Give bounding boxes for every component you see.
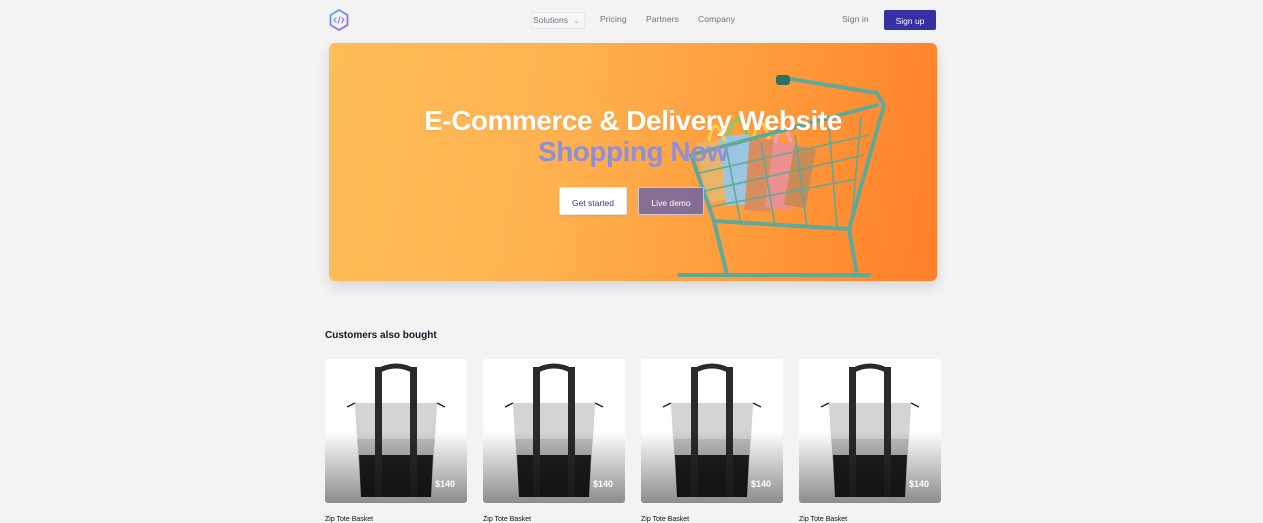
product-card[interactable]: $140	[799, 359, 941, 503]
live-demo-button[interactable]: Live demo	[638, 187, 704, 215]
nav-partners-link[interactable]: Partners	[646, 14, 679, 24]
product-name[interactable]: Zip Tote Basket	[325, 516, 373, 523]
product-card[interactable]: $140	[483, 359, 625, 503]
code-hexagon-icon[interactable]	[329, 9, 349, 31]
image-overlay	[483, 431, 625, 503]
chevron-down-icon: ⌄	[573, 16, 580, 25]
get-started-button[interactable]: Get started	[559, 187, 627, 215]
solutions-label: Solutions	[533, 15, 568, 25]
product-price: $140	[592, 479, 613, 489]
sign-up-button[interactable]: Sign up	[884, 10, 936, 30]
solutions-dropdown[interactable]: Solutions ⌄	[531, 12, 585, 29]
section-heading: Customers also bought	[325, 330, 437, 341]
image-overlay	[641, 431, 783, 503]
hero-title: E-Commerce & Delivery Website	[424, 105, 842, 136]
hero-banner: E-Commerce & Delivery Website Shopping N…	[329, 43, 937, 281]
nav-pricing-link[interactable]: Pricing	[600, 14, 627, 24]
sign-in-link[interactable]: Sign in	[842, 14, 869, 24]
product-card[interactable]: $140	[325, 359, 467, 503]
hero-subtitle: Shopping Now	[538, 136, 728, 167]
image-overlay	[799, 431, 941, 503]
product-name[interactable]: Zip Tote Basket	[483, 516, 531, 523]
top-navigation: Solutions ⌄ Pricing Partners Company Sig…	[0, 0, 1263, 40]
product-price: $140	[750, 479, 771, 489]
nav-company-link[interactable]: Company	[698, 14, 735, 24]
product-name[interactable]: Zip Tote Basket	[641, 516, 689, 523]
product-card[interactable]: $140	[641, 359, 783, 503]
product-price: $140	[434, 479, 455, 489]
product-name[interactable]: Zip Tote Basket	[799, 516, 847, 523]
image-overlay	[325, 431, 467, 503]
product-price: $140	[908, 479, 929, 489]
